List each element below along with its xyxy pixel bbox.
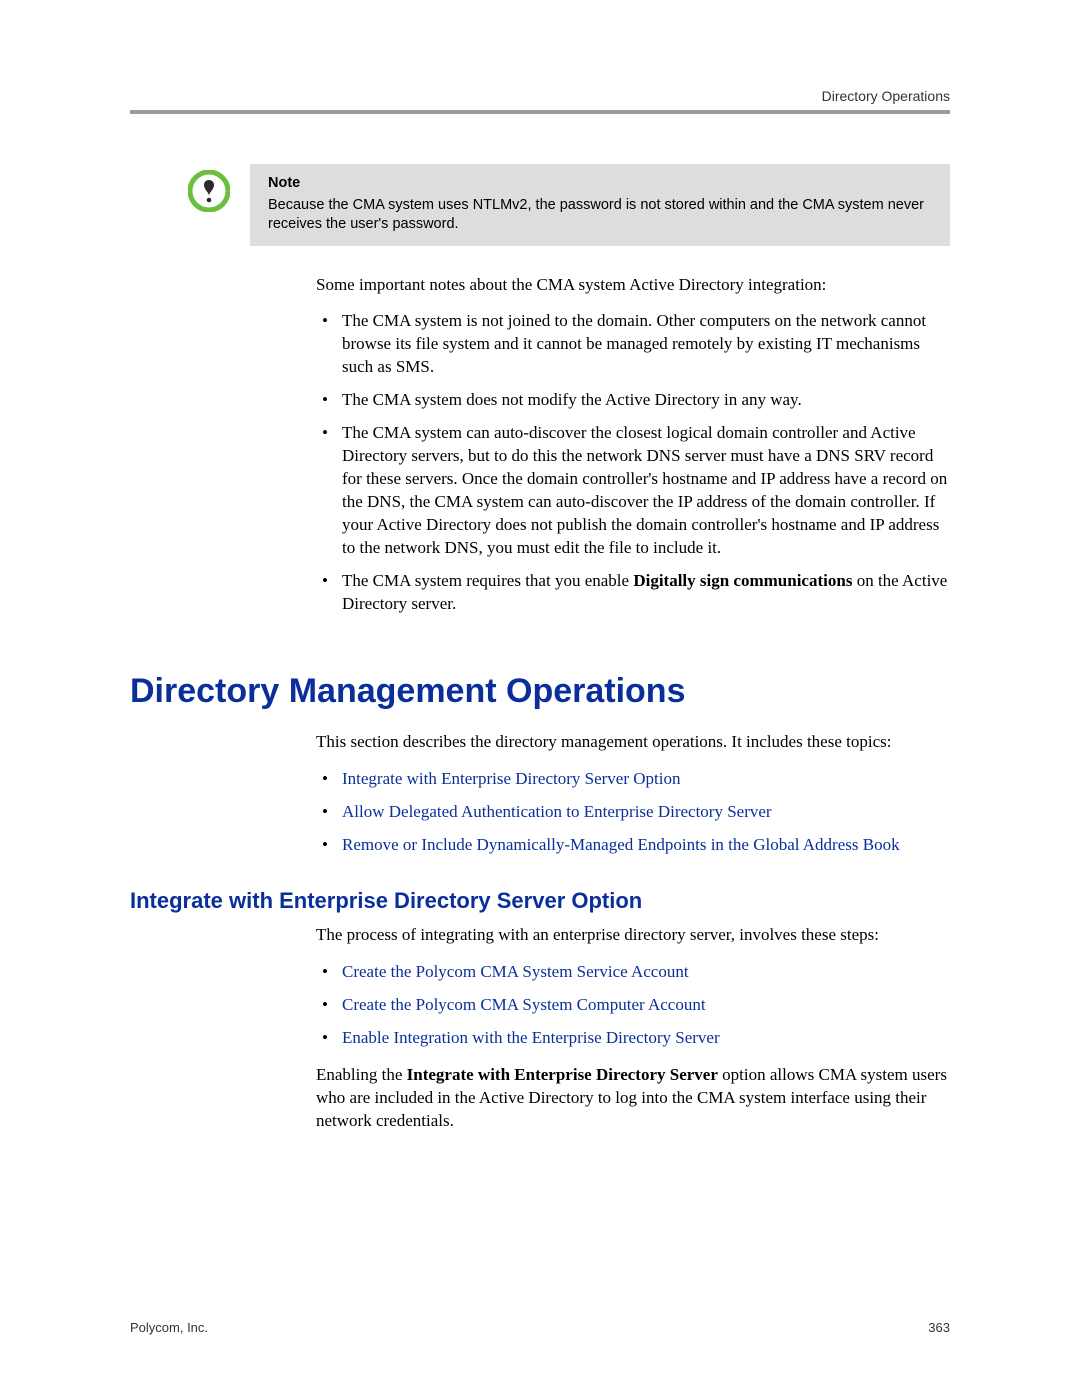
note-icon: [188, 170, 230, 212]
list-item: The CMA system is not joined to the doma…: [316, 310, 950, 379]
subsection-intro-paragraph: The process of integrating with an enter…: [316, 924, 950, 947]
footer-company: Polycom, Inc.: [130, 1320, 208, 1335]
list-item: The CMA system does not modify the Activ…: [316, 389, 950, 412]
content-block-2: This section describes the directory man…: [316, 731, 950, 857]
section-heading: Directory Management Operations: [130, 672, 950, 711]
list-item: Integrate with Enterprise Directory Serv…: [316, 768, 950, 791]
section-links-list: Integrate with Enterprise Directory Serv…: [316, 768, 950, 857]
list-item: Remove or Include Dynamically-Managed En…: [316, 834, 950, 857]
intro-paragraph: Some important notes about the CMA syste…: [316, 274, 950, 297]
subsection-heading: Integrate with Enterprise Directory Serv…: [130, 888, 950, 914]
note-box: Note Because the CMA system uses NTLMv2,…: [250, 164, 950, 246]
link-create-service-account[interactable]: Create the Polycom CMA System Service Ac…: [342, 962, 689, 981]
content-block-3: The process of integrating with an enter…: [316, 924, 950, 1133]
link-remove-include-endpoints[interactable]: Remove or Include Dynamically-Managed En…: [342, 835, 900, 854]
list-item: Create the Polycom CMA System Computer A…: [316, 994, 950, 1017]
header-rule: [130, 110, 950, 114]
footer-page-number: 363: [928, 1320, 950, 1335]
list-item: The CMA system requires that you enable …: [316, 570, 950, 616]
link-integrate-option[interactable]: Integrate with Enterprise Directory Serv…: [342, 769, 680, 788]
note-title: Note: [268, 174, 932, 193]
text-run: The CMA system requires that you enable: [342, 571, 633, 590]
subsection-links-list: Create the Polycom CMA System Service Ac…: [316, 961, 950, 1050]
content-block-1: Some important notes about the CMA syste…: [316, 274, 950, 616]
running-header: Directory Operations: [130, 88, 950, 104]
note-body: Because the CMA system uses NTLMv2, the …: [268, 196, 932, 234]
list-item: Enable Integration with the Enterprise D…: [316, 1027, 950, 1050]
section-intro-paragraph: This section describes the directory man…: [316, 731, 950, 754]
bold-text: Integrate with Enterprise Directory Serv…: [407, 1065, 718, 1084]
notes-bullet-list: The CMA system is not joined to the doma…: [316, 310, 950, 615]
link-create-computer-account[interactable]: Create the Polycom CMA System Computer A…: [342, 995, 706, 1014]
bold-text: Digitally sign communications: [633, 571, 852, 590]
closing-paragraph: Enabling the Integrate with Enterprise D…: [316, 1064, 950, 1133]
list-item: Allow Delegated Authentication to Enterp…: [316, 801, 950, 824]
link-enable-integration[interactable]: Enable Integration with the Enterprise D…: [342, 1028, 720, 1047]
text-run: Enabling the: [316, 1065, 407, 1084]
page: Directory Operations Note Because the CM…: [0, 0, 1080, 1397]
list-item: The CMA system can auto-discover the clo…: [316, 422, 950, 560]
link-allow-delegated-auth[interactable]: Allow Delegated Authentication to Enterp…: [342, 802, 772, 821]
list-item: Create the Polycom CMA System Service Ac…: [316, 961, 950, 984]
page-footer: Polycom, Inc. 363: [130, 1320, 950, 1335]
